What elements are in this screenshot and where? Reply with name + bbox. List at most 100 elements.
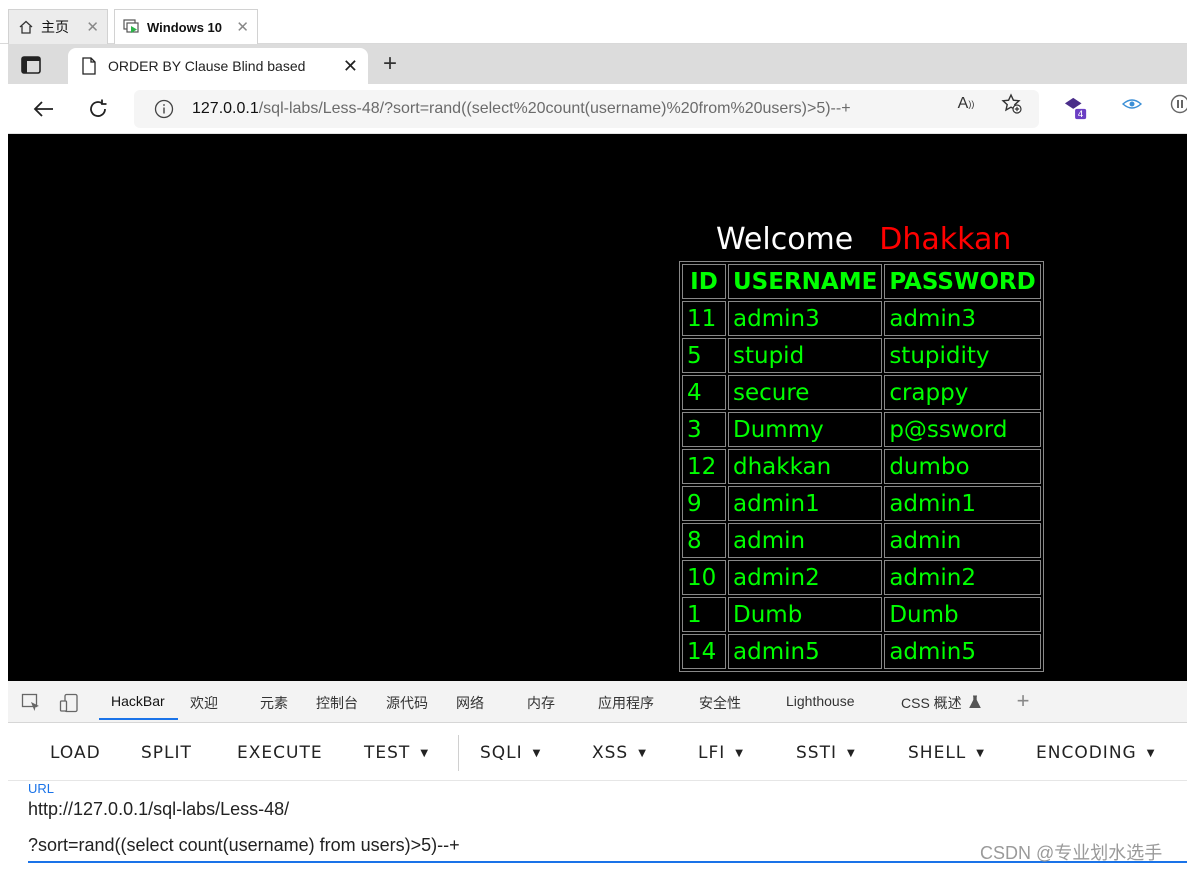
tab-welcome[interactable]: 欢迎 <box>190 693 218 713</box>
browser-tab-active[interactable]: ORDER BY Clause Blind based ✕ <box>68 48 368 84</box>
load-button[interactable]: LOAD <box>50 743 101 763</box>
cell-password: crappy <box>884 375 1041 410</box>
header-password: PASSWORD <box>884 264 1041 299</box>
test-label: TEST <box>364 743 411 763</box>
xss-label: XSS <box>592 743 629 763</box>
header-username: USERNAME <box>728 264 883 299</box>
shell-dropdown[interactable]: SHELL ▼ <box>908 743 985 763</box>
cell-id: 11 <box>682 301 726 336</box>
encoding-label: ENCODING <box>1036 743 1137 763</box>
url-field[interactable]: URL http://127.0.0.1/sql-labs/Less-48/ ?… <box>8 781 1187 872</box>
table-row: 14 admin5 admin5 <box>682 634 1041 669</box>
url-label: URL <box>28 781 55 796</box>
xss-dropdown[interactable]: XSS ▼ <box>592 743 647 763</box>
table-row: 12 dhakkan dumbo <box>682 449 1041 484</box>
pause-extension-icon[interactable] <box>1168 92 1187 116</box>
header-id: ID <box>682 264 726 299</box>
cell-username: Dummy <box>728 412 883 447</box>
close-icon[interactable]: ✕ <box>86 18 99 36</box>
execute-button[interactable]: EXECUTE <box>237 743 323 763</box>
cell-username: secure <box>728 375 883 410</box>
cell-id: 4 <box>682 375 726 410</box>
eye-extension-icon[interactable] <box>1120 92 1144 116</box>
tab-network[interactable]: 网络 <box>456 693 484 713</box>
url-value-line2[interactable]: ?sort=rand((select count(username) from … <box>28 835 460 856</box>
cell-password: stupidity <box>884 338 1041 373</box>
tab-memory[interactable]: 内存 <box>527 693 555 713</box>
cell-username: admin3 <box>728 301 883 336</box>
shell-label: SHELL <box>908 743 967 763</box>
cell-id: 9 <box>682 486 726 521</box>
cell-password: dumbo <box>884 449 1041 484</box>
tab-sources[interactable]: 源代码 <box>386 693 428 713</box>
favorites-add-icon[interactable] <box>1000 92 1024 116</box>
cell-id: 5 <box>682 338 726 373</box>
cell-username: stupid <box>728 338 883 373</box>
tab-application[interactable]: 应用程序 <box>598 693 654 713</box>
info-icon[interactable] <box>154 99 174 119</box>
vm-tab-windows[interactable]: Windows 10 ✕ <box>114 9 258 44</box>
tab-lighthouse[interactable]: Lighthouse <box>786 693 855 709</box>
tab-actions-icon[interactable] <box>18 52 44 78</box>
tab-elements[interactable]: 元素 <box>260 693 288 713</box>
close-icon[interactable]: ✕ <box>343 56 358 77</box>
active-tab-indicator <box>99 718 178 720</box>
inspect-element-icon[interactable] <box>20 692 42 714</box>
cell-id: 1 <box>682 597 726 632</box>
test-dropdown[interactable]: TEST ▼ <box>364 743 429 763</box>
cell-password: admin1 <box>884 486 1041 521</box>
split-button[interactable]: SPLIT <box>141 743 192 763</box>
close-icon[interactable]: ✕ <box>236 18 249 36</box>
url-value-line1[interactable]: http://127.0.0.1/sql-labs/Less-48/ <box>28 799 289 820</box>
table-row: 5 stupid stupidity <box>682 338 1041 373</box>
cell-password: Dumb <box>884 597 1041 632</box>
lfi-dropdown[interactable]: LFI ▼ <box>698 743 744 763</box>
tab-security[interactable]: 安全性 <box>699 693 741 713</box>
toolbar-divider <box>458 735 459 771</box>
read-aloud-icon[interactable]: A)) <box>954 92 978 116</box>
address-host: 127.0.0.1 <box>192 100 259 117</box>
sqli-label: SQLI <box>480 743 523 763</box>
caret-down-icon: ▼ <box>532 748 542 759</box>
hackbar-toolbar: LOAD SPLIT EXECUTE TEST ▼ SQLI ▼ XSS ▼ LFI ▼… <box>8 723 1187 781</box>
table-row: 1 Dumb Dumb <box>682 597 1041 632</box>
vm-tab-home[interactable]: 主页 ✕ <box>8 9 108 44</box>
table-row: 11 admin3 admin3 <box>682 301 1041 336</box>
extension-badge: 4 <box>1078 109 1084 120</box>
lfi-label: LFI <box>698 743 726 763</box>
address-bar[interactable]: 127.0.0.1/sql-labs/Less-48/?sort=rand((s… <box>134 90 1039 128</box>
encoding-dropdown[interactable]: ENCODING ▼ <box>1036 743 1155 763</box>
users-table: ID USERNAME PASSWORD 11 admin3 admin3 5 stu… <box>679 261 1044 672</box>
new-tab-plus-icon[interactable]: + <box>376 50 404 78</box>
caret-down-icon: ▼ <box>420 748 430 759</box>
cell-username: admin5 <box>728 634 883 669</box>
extension-icon[interactable]: 4 <box>1064 96 1088 120</box>
device-toolbar-icon[interactable] <box>58 692 80 714</box>
table-header-row: ID USERNAME PASSWORD <box>682 264 1041 299</box>
cell-id: 3 <box>682 412 726 447</box>
browser-toolbar: 127.0.0.1/sql-labs/Less-48/?sort=rand((s… <box>8 84 1187 134</box>
cell-password: p@ssword <box>884 412 1041 447</box>
browser-tab-strip: ORDER BY Clause Blind based ✕ + <box>8 44 1187 84</box>
tab-console[interactable]: 控制台 <box>316 693 358 713</box>
tab-hackbar[interactable]: HackBar <box>111 693 165 709</box>
tab-css-overview[interactable]: CSS 概述 <box>901 693 962 713</box>
refresh-icon[interactable] <box>83 94 113 124</box>
watermark: CSDN @专业划水选手 <box>980 843 1163 863</box>
page-icon <box>82 57 96 75</box>
cell-username: Dumb <box>728 597 883 632</box>
table-row: 8 admin admin <box>682 523 1041 558</box>
caret-down-icon: ▼ <box>1146 748 1156 759</box>
sqli-dropdown[interactable]: SQLI ▼ <box>480 743 541 763</box>
table-row: 10 admin2 admin2 <box>682 560 1041 595</box>
ssti-dropdown[interactable]: SSTI ▼ <box>796 743 856 763</box>
table-row: 3 Dummy p@ssword <box>682 412 1041 447</box>
home-icon <box>17 18 35 36</box>
vm-icon <box>123 18 141 36</box>
welcome-text: Welcome <box>716 222 854 257</box>
flask-icon <box>964 691 986 713</box>
more-tabs-plus-icon[interactable]: + <box>1012 688 1034 713</box>
back-arrow-icon[interactable] <box>28 94 58 124</box>
devtools-tab-bar: HackBar 欢迎 元素 控制台 源代码 网络 内存 应用程序 安全性 Lig… <box>8 681 1187 723</box>
cell-id: 12 <box>682 449 726 484</box>
